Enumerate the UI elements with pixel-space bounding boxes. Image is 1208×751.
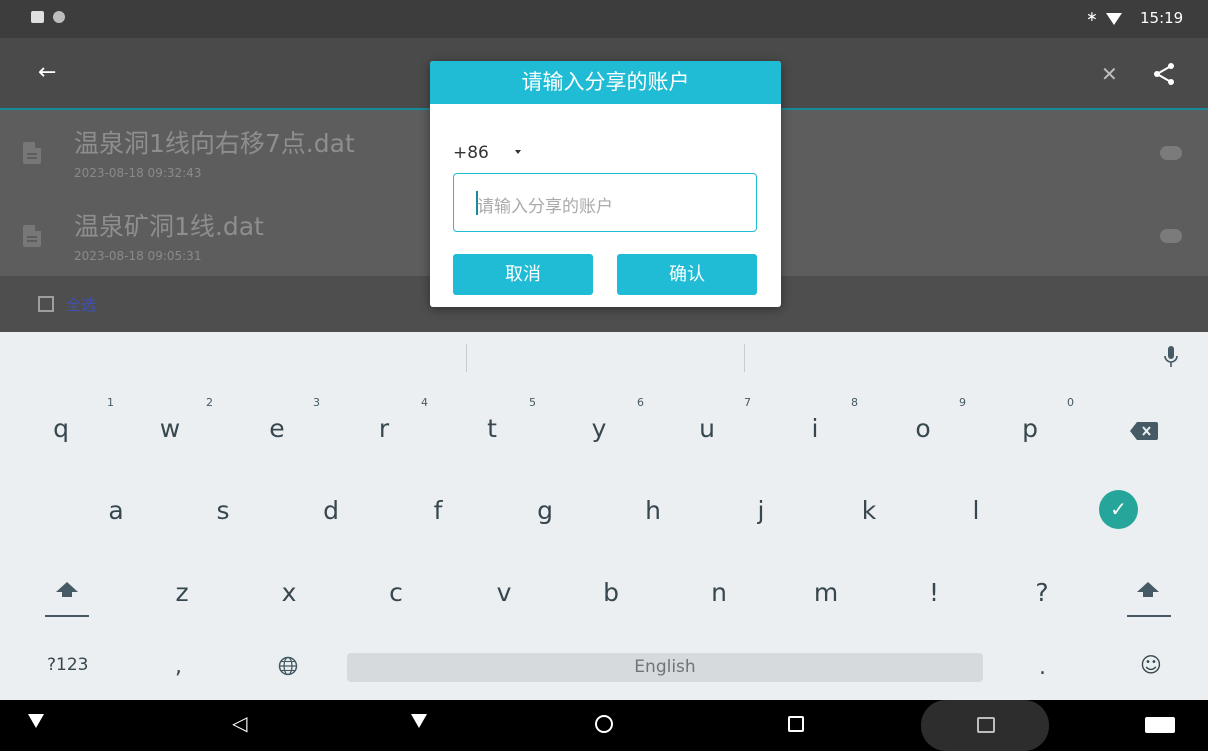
wifi-icon [1106,13,1122,25]
done-check-icon[interactable]: ✓ [1099,490,1138,529]
key-comma[interactable]: , [175,654,182,679]
dialog-title: 请输入分享的账户 [430,61,781,104]
key-c[interactable]: c [381,578,411,607]
select-all-label[interactable]: 全选 [66,294,96,315]
file-date: 2023-08-18 09:32:43 [74,166,202,180]
share-account-dialog: 请输入分享的账户 +86 请输入分享的账户 取消 确认 [430,61,781,307]
status-bar: ∗ 15:19 [0,0,1208,38]
key-hint: 6 [637,396,644,409]
key-j[interactable]: j [746,496,776,525]
space-bar[interactable]: English [347,653,983,682]
dropdown-arrow-icon[interactable] [515,150,521,154]
key-w[interactable]: w [155,414,185,443]
globe-icon[interactable] [278,656,298,676]
select-all-checkbox[interactable] [38,296,54,312]
navigation-bar: ◁ [0,700,1208,751]
key-hint: 1 [107,396,114,409]
backspace-icon[interactable] [1130,422,1158,440]
shift-underline [1127,615,1171,617]
key-q[interactable]: q [46,414,76,443]
key-period[interactable]: . [1039,655,1046,680]
bluetooth-icon: ∗ [1086,9,1098,25]
key-a[interactable]: a [101,496,131,525]
key-hint: 4 [421,396,428,409]
cloud-done-icon [1160,146,1182,160]
cloud-done-icon [1160,229,1182,243]
cancel-button[interactable]: 取消 [453,254,593,295]
key-hint: 2 [206,396,213,409]
file-name: 温泉矿洞1线.dat [74,212,264,241]
account-placeholder: 请输入分享的账户 [477,197,613,217]
key-g[interactable]: g [530,496,560,525]
country-code-select[interactable]: +86 [453,143,489,163]
key-y[interactable]: y [584,414,614,443]
dot-icon [53,11,65,23]
key-hint: 0 [1067,396,1074,409]
key-s[interactable]: s [208,496,238,525]
back-icon[interactable]: ← [38,60,56,85]
key-hint: 5 [529,396,536,409]
key-u[interactable]: u [692,414,722,443]
key-l[interactable]: l [961,496,991,525]
key-o[interactable]: o [908,414,938,443]
image-icon [31,11,44,23]
confirm-button[interactable]: 确认 [617,254,757,295]
key-f[interactable]: f [423,496,453,525]
microphone-icon[interactable] [1164,346,1178,368]
key-e[interactable]: e [262,414,292,443]
key-hint: 3 [313,396,320,409]
key-i[interactable]: i [800,414,830,443]
volume-icon[interactable]: ◁ [232,711,247,735]
key-k[interactable]: k [854,496,884,525]
suggestion-strip [0,332,1208,382]
file-name: 温泉洞1线向右移7点.dat [74,129,355,158]
keyboard-icon[interactable] [1145,717,1175,733]
share-icon[interactable] [1152,62,1176,86]
close-icon[interactable]: ✕ [1101,62,1118,86]
key-x[interactable]: x [274,578,304,607]
symbols-key[interactable]: ?123 [47,655,88,675]
key-hint: 7 [744,396,751,409]
file-icon [23,225,41,247]
screenshot-icon[interactable] [977,717,995,733]
key-m[interactable]: m [811,578,841,607]
key-n[interactable]: n [704,578,734,607]
shift-underline [45,615,89,617]
key-b[interactable]: b [596,578,626,607]
file-icon [23,142,41,164]
recents-icon[interactable] [788,716,804,732]
key-t[interactable]: t [477,414,507,443]
key-v[interactable]: v [489,578,519,607]
back-nav-icon[interactable] [411,714,427,728]
nav-down-icon[interactable] [28,714,44,728]
key-question[interactable]: ? [1027,578,1057,607]
key-d[interactable]: d [316,496,346,525]
account-input[interactable]: 请输入分享的账户 [453,173,757,232]
key-hint: 9 [959,396,966,409]
key-r[interactable]: r [369,414,399,443]
home-icon[interactable] [595,715,613,733]
shift-stem [62,591,72,597]
shift-stem [1143,591,1153,597]
soft-keyboard: 1 2 3 4 5 6 7 8 9 0 q w e r t y u i o p … [0,332,1208,700]
key-exclaim[interactable]: ! [919,578,949,607]
file-date: 2023-08-18 09:05:31 [74,249,202,263]
key-h[interactable]: h [638,496,668,525]
clock: 15:19 [1140,9,1184,27]
key-z[interactable]: z [167,578,197,607]
emoji-icon[interactable]: ☺ [1140,653,1162,677]
screen: ∗ 15:19 ← ✕ 温泉洞1线向右移7点.dat 2023-08-18 09… [0,0,1208,751]
key-hint: 8 [851,396,858,409]
key-p[interactable]: p [1015,414,1045,443]
